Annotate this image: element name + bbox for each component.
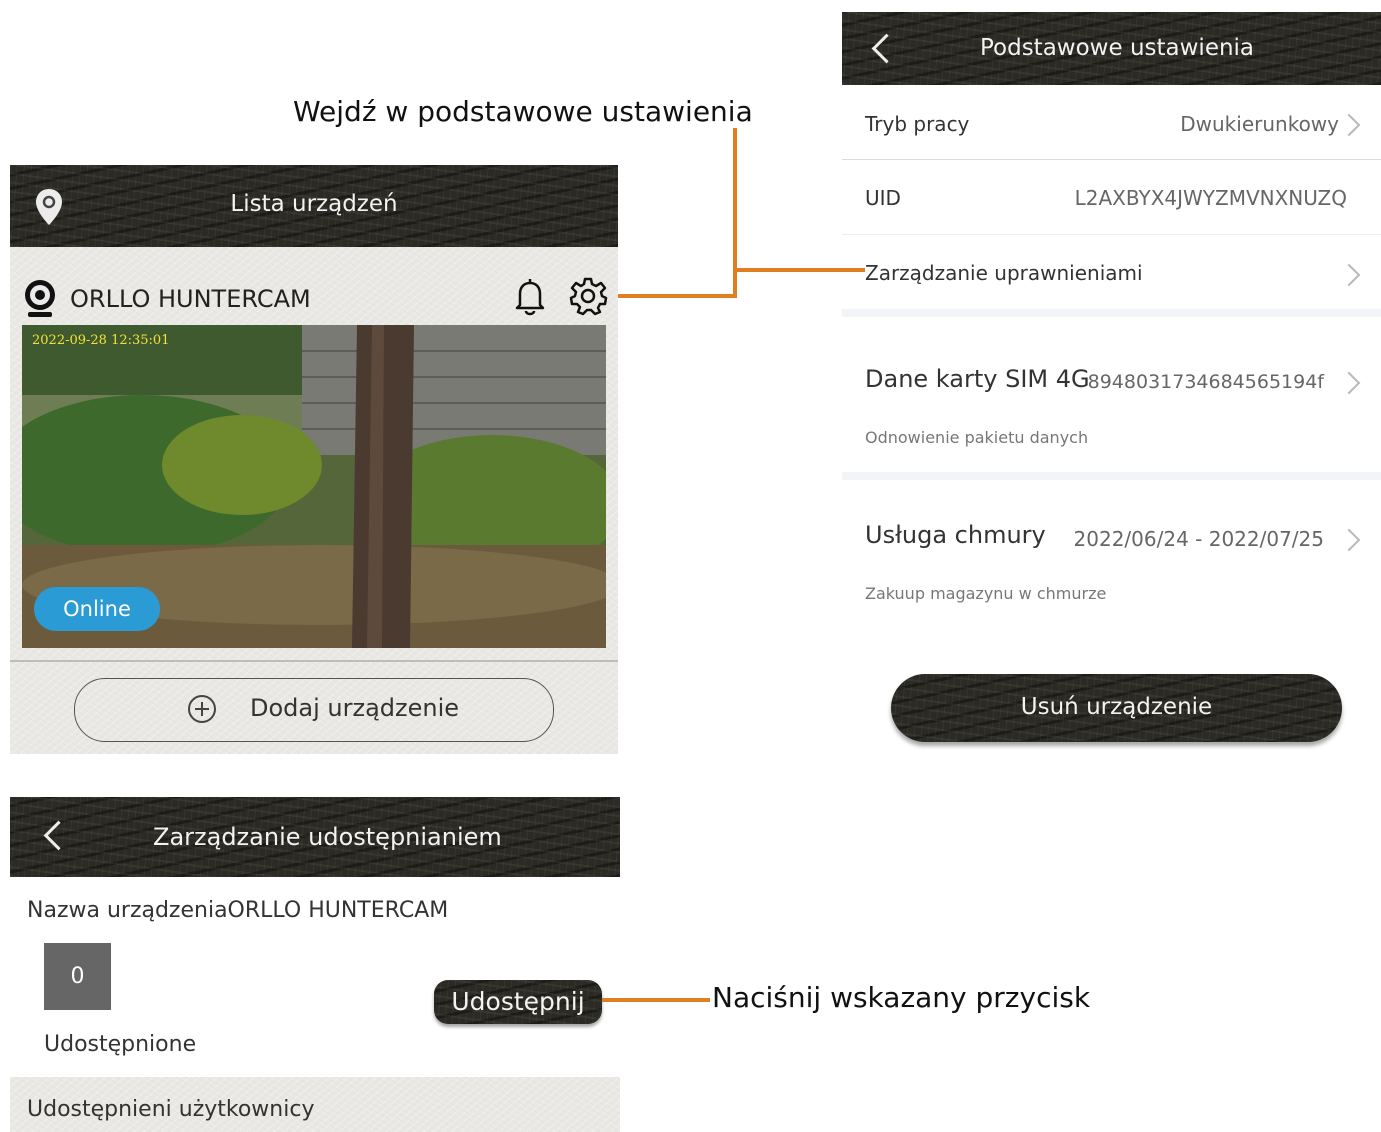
cloud-label: Usługa chmury — [865, 521, 1046, 549]
mode-label: Tryb pracy — [865, 112, 970, 136]
permissions-label: Zarządzanie uprawnieniami — [865, 261, 1143, 285]
list-divider — [10, 660, 618, 662]
share-management-title: Zarządzanie udostępnianiem — [153, 823, 502, 851]
settings-row-sim[interactable]: Dane karty SIM 4G 8948031734684565194f O… — [842, 317, 1381, 472]
device-list-panel: Lista urządzeń ORLLO HUNTERCAM 2022-09-2… — [10, 165, 618, 754]
annotation-line-to-gear — [604, 294, 737, 298]
sim-renewal-link[interactable]: Odnowienie pakietu danych — [865, 428, 1088, 447]
annotation-enter-settings: Wejdź w podstawowe ustawienia — [293, 95, 753, 128]
annotation-line-vertical — [733, 128, 737, 298]
share-management-header: Zarządzanie udostępnianiem — [10, 797, 620, 877]
shared-users-section: Udostępnieni użytkownicy — [10, 1077, 620, 1132]
delete-device-button[interactable]: Usuń urządzenie — [891, 674, 1342, 742]
settings-row-mode[interactable]: Tryb pracy Dwukierunkowy — [842, 85, 1381, 159]
camera-icon — [22, 279, 58, 319]
delete-device-label: Usuń urządzenie — [1020, 694, 1213, 720]
share-button[interactable]: Udostępnij — [434, 980, 602, 1024]
uid-value: L2AXBYX4JWYZMVNXNUZQ — [1074, 186, 1347, 210]
add-device-button[interactable]: Dodaj urządzenie — [74, 678, 554, 742]
basic-settings-title: Podstawowe ustawienia — [979, 35, 1255, 61]
sim-value: 8948031734684565194f — [1087, 371, 1324, 393]
annotation-press-button: Naciśnij wskazany przycisk — [712, 981, 1091, 1014]
share-management-panel: Zarządzanie udostępnianiem Nazwa urządze… — [10, 797, 620, 1132]
section-gap — [842, 472, 1381, 480]
device-list-title: Lista urządzeń — [230, 191, 398, 217]
shared-label: Udostępnione — [44, 1032, 197, 1057]
chevron-right-icon — [1337, 113, 1361, 137]
back-button[interactable] — [43, 820, 74, 851]
chevron-right-icon — [1337, 263, 1361, 287]
camera-timestamp: 2022-09-28 12:35:01 — [32, 333, 170, 348]
sim-label: Dane karty SIM 4G — [865, 365, 1090, 393]
device-name-line: Nazwa urządzeniaORLLO HUNTERCAM — [27, 898, 449, 923]
settings-row-cloud[interactable]: Usługa chmury 2022/06/24 - 2022/07/25 Za… — [842, 480, 1381, 630]
settings-row-uid: UID L2AXBYX4JWYZMVNXNUZQ — [842, 160, 1381, 234]
shared-users-label: Udostępnieni użytkownicy — [27, 1097, 315, 1122]
bell-icon[interactable] — [512, 277, 548, 317]
cloud-value: 2022/06/24 - 2022/07/25 — [1073, 527, 1324, 551]
back-arrow-icon — [43, 820, 74, 851]
device-list-body: ORLLO HUNTERCAM 2022-09-28 12:35:01 Onli… — [10, 247, 618, 754]
uid-label: UID — [865, 186, 901, 210]
camera-preview[interactable]: 2022-09-28 12:35:01 Online — [22, 325, 606, 648]
section-gap — [842, 309, 1381, 317]
chevron-right-icon — [1337, 371, 1361, 395]
share-button-label: Udostępnij — [451, 987, 585, 1016]
online-status-badge: Online — [34, 587, 160, 631]
device-name[interactable]: ORLLO HUNTERCAM — [70, 285, 311, 313]
device-list-header: Lista urządzeń — [10, 165, 618, 247]
shared-count-box: 0 — [44, 943, 111, 1010]
plus-circle-icon — [187, 694, 217, 724]
add-device-label: Dodaj urządzenie — [250, 694, 460, 722]
mode-value: Dwukierunkowy — [1180, 112, 1339, 136]
chevron-right-icon — [1337, 528, 1361, 552]
annotation-line-to-share — [602, 998, 710, 1002]
basic-settings-panel: Podstawowe ustawienia Tryb pracy Dwukier… — [842, 12, 1381, 762]
cloud-purchase-link[interactable]: Zakuup magazynu w chmurze — [865, 584, 1106, 603]
settings-row-permissions[interactable]: Zarządzanie uprawnieniami — [842, 235, 1381, 309]
gear-icon[interactable] — [568, 277, 608, 317]
basic-settings-header: Podstawowe ustawienia — [842, 12, 1381, 85]
